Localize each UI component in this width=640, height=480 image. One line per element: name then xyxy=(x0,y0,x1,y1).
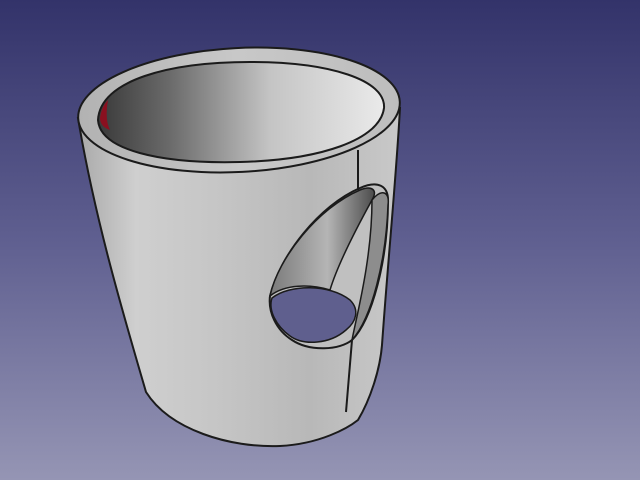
3d-viewport[interactable] xyxy=(0,0,640,480)
3d-scene[interactable] xyxy=(0,0,640,480)
